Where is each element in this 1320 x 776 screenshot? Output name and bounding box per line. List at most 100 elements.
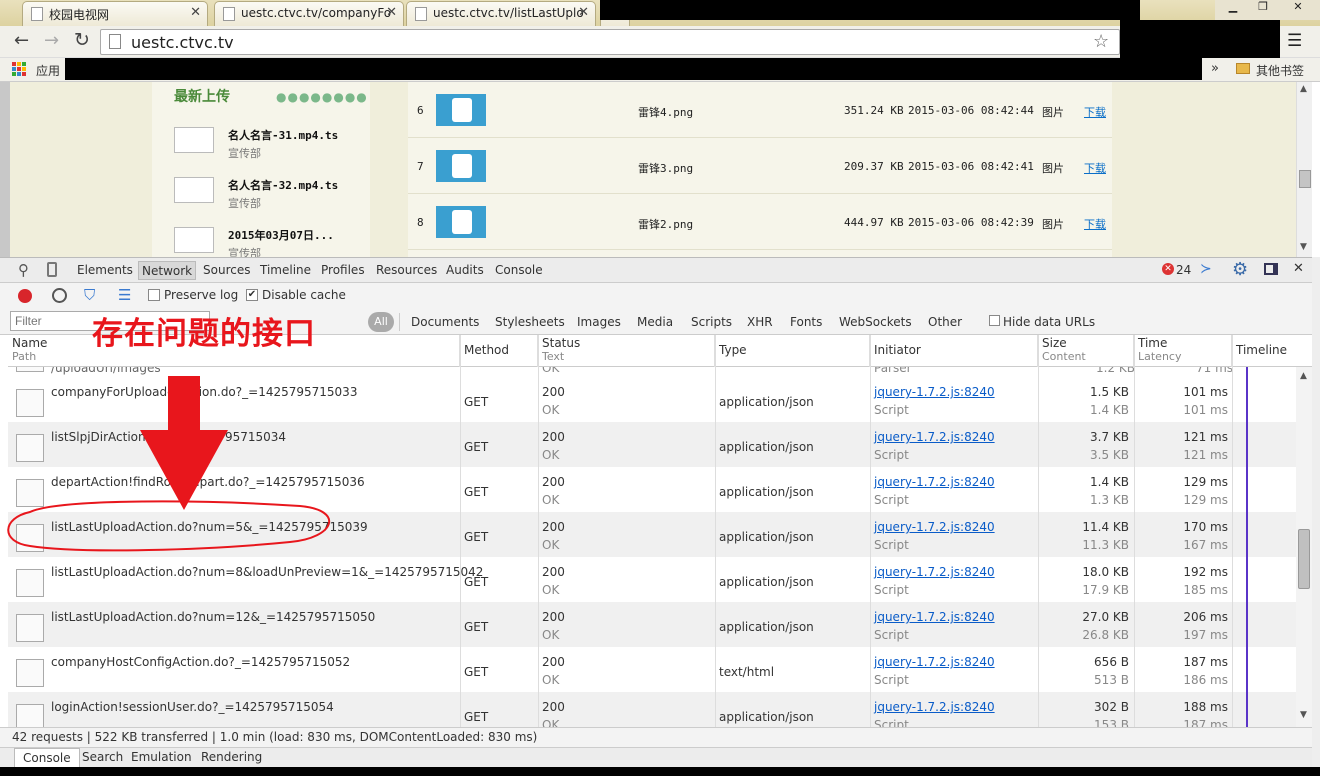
window-controls: ▁ ❐ ✕ [1215,0,1320,20]
back-icon[interactable]: ← [14,30,29,51]
console-drawer-icon[interactable]: ≻ [1200,261,1212,277]
close-window-icon[interactable]: ✕ [1279,0,1317,18]
request-initiator[interactable]: jquery-1.7.2.js:8240 [874,565,995,579]
scroll-down-icon[interactable]: ▼ [1300,710,1307,720]
request-initiator[interactable]: jquery-1.7.2.js:8240 [874,475,995,489]
filter-all-button[interactable]: All [368,312,394,332]
settings-gear-icon[interactable]: ⚙ [1232,259,1248,280]
device-mode-icon[interactable] [47,262,57,277]
upload-name[interactable]: 名人名言-31.mp4.ts [228,127,338,143]
close-tab-icon[interactable]: ✕ [578,5,589,20]
restore-icon[interactable]: ❐ [1249,0,1277,18]
preserve-log-checkbox[interactable] [148,289,160,301]
reload-icon[interactable]: ↻ [74,29,90,51]
filter-websockets[interactable]: WebSockets [839,315,912,329]
tab-audits[interactable]: Audits [446,263,484,277]
column-method[interactable]: Method [460,335,538,367]
column-status[interactable]: Status Text [538,335,715,367]
request-type: application/json [719,575,814,589]
large-rows-icon[interactable]: ☰ [118,286,131,304]
tab-timeline[interactable]: Timeline [260,263,311,277]
column-time[interactable]: Time Latency [1134,335,1232,367]
error-icon[interactable]: ✕ [1162,263,1174,275]
forward-icon[interactable]: → [44,30,59,51]
request-name[interactable]: listLastUploadAction.do?num=8&loadUnPrev… [51,565,483,579]
tab-network[interactable]: Network [138,261,197,280]
request-initiator[interactable]: jquery-1.7.2.js:8240 [874,430,995,444]
close-devtools-icon[interactable]: ✕ [1293,261,1304,276]
tab-sources[interactable]: Sources [203,263,250,277]
scrollbar-thumb[interactable] [1299,170,1311,188]
search-icon[interactable]: ⚲ [18,261,29,279]
request-latency: 121 ms [1183,448,1228,462]
scroll-up-icon[interactable]: ▲ [1300,371,1307,381]
browser-tab-2[interactable]: uestc.ctvc.tv/companyFo ✕ [214,1,404,26]
filter-icon[interactable]: ⛉ [84,286,95,304]
column-timeline[interactable]: Timeline [1232,335,1312,367]
browser-tab-1[interactable]: 校园电视网 ✕ [22,1,208,26]
record-icon[interactable] [18,289,32,303]
menu-icon[interactable]: ☰ [1287,31,1302,51]
column-type[interactable]: Type [715,335,870,367]
request-name[interactable]: loginAction!sessionUser.do?_=14257957150… [51,700,334,714]
disable-cache-checkbox[interactable]: ✔ [246,289,258,301]
request-type: application/json [719,710,814,724]
drawer-tab-rendering[interactable]: Rendering [201,750,262,764]
more-bookmarks-button[interactable]: » [1211,61,1219,76]
thumbnail-image [174,227,214,253]
drawer-tab-emulation[interactable]: Emulation [131,750,192,764]
request-initiator[interactable]: jquery-1.7.2.js:8240 [874,520,995,534]
request-initiator[interactable]: jquery-1.7.2.js:8240 [874,610,995,624]
column-initiator[interactable]: Initiator [870,335,1038,367]
filter-other[interactable]: Other [928,315,962,329]
request-initiator[interactable]: jquery-1.7.2.js:8240 [874,385,995,399]
page-scrollbar[interactable]: ▲ ▼ [1296,82,1312,257]
table-row[interactable]: loginAction!sessionUser.do?_=14257957150… [8,692,1296,727]
upload-name[interactable]: 2015年03月07日... [228,227,334,243]
drawer-tab-console[interactable]: Console [14,748,80,767]
download-link[interactable]: 下载 [1084,104,1106,120]
table-row[interactable]: listLastUploadAction.do?num=8&loadUnPrev… [8,557,1296,602]
download-link[interactable]: 下载 [1084,160,1106,176]
tab-resources[interactable]: Resources [376,263,437,277]
dock-icon[interactable] [1264,263,1278,275]
scrollbar-thumb[interactable] [1298,529,1310,589]
tab-elements[interactable]: Elements [77,263,133,277]
request-method: GET [464,395,489,409]
browser-tab-3[interactable]: uestc.ctvc.tv/listLastUplo ✕ [406,1,596,26]
scroll-down-icon[interactable]: ▼ [1300,242,1307,252]
filter-media[interactable]: Media [637,315,673,329]
address-bar[interactable]: uestc.ctvc.tv ☆ [100,29,1120,55]
error-count[interactable]: 24 [1176,263,1191,277]
tab-console[interactable]: Console [495,263,543,277]
drawer-tab-search[interactable]: Search [82,750,123,764]
tab-title: 校园电视网 [49,8,110,22]
tab-profiles[interactable]: Profiles [321,263,365,277]
request-name[interactable]: companyHostConfigAction.do?_=14257957150… [51,655,350,669]
close-tab-icon[interactable]: ✕ [386,5,397,20]
filter-stylesheets[interactable]: Stylesheets [495,315,565,329]
column-size[interactable]: Size Content [1038,335,1134,367]
bookmark-star-icon[interactable]: ☆ [1093,31,1109,52]
table-row[interactable]: listLastUploadAction.do?num=12&_=1425795… [8,602,1296,647]
network-scrollbar[interactable]: ▲ ▼ [1296,367,1312,727]
minimize-icon[interactable]: ▁ [1219,0,1247,18]
other-bookmarks-link[interactable]: 其他书签 [1256,62,1304,79]
hide-data-urls-checkbox[interactable] [989,315,1000,326]
request-initiator[interactable]: jquery-1.7.2.js:8240 [874,655,995,669]
close-tab-icon[interactable]: ✕ [190,5,201,20]
scroll-up-icon[interactable]: ▲ [1300,84,1307,94]
filter-fonts[interactable]: Fonts [790,315,822,329]
request-initiator[interactable]: jquery-1.7.2.js:8240 [874,700,995,714]
filter-xhr[interactable]: XHR [747,315,773,329]
upload-name[interactable]: 名人名言-32.mp4.ts [228,177,338,193]
download-link[interactable]: 下载 [1084,216,1106,232]
clear-icon[interactable] [52,288,67,303]
apps-link[interactable]: 应用 [36,62,60,79]
apps-grid-icon[interactable] [12,62,26,76]
filter-documents[interactable]: Documents [411,315,479,329]
request-name[interactable]: listLastUploadAction.do?num=12&_=1425795… [51,610,375,624]
filter-scripts[interactable]: Scripts [691,315,732,329]
table-row[interactable]: companyHostConfigAction.do?_=14257957150… [8,647,1296,692]
filter-images[interactable]: Images [577,315,621,329]
